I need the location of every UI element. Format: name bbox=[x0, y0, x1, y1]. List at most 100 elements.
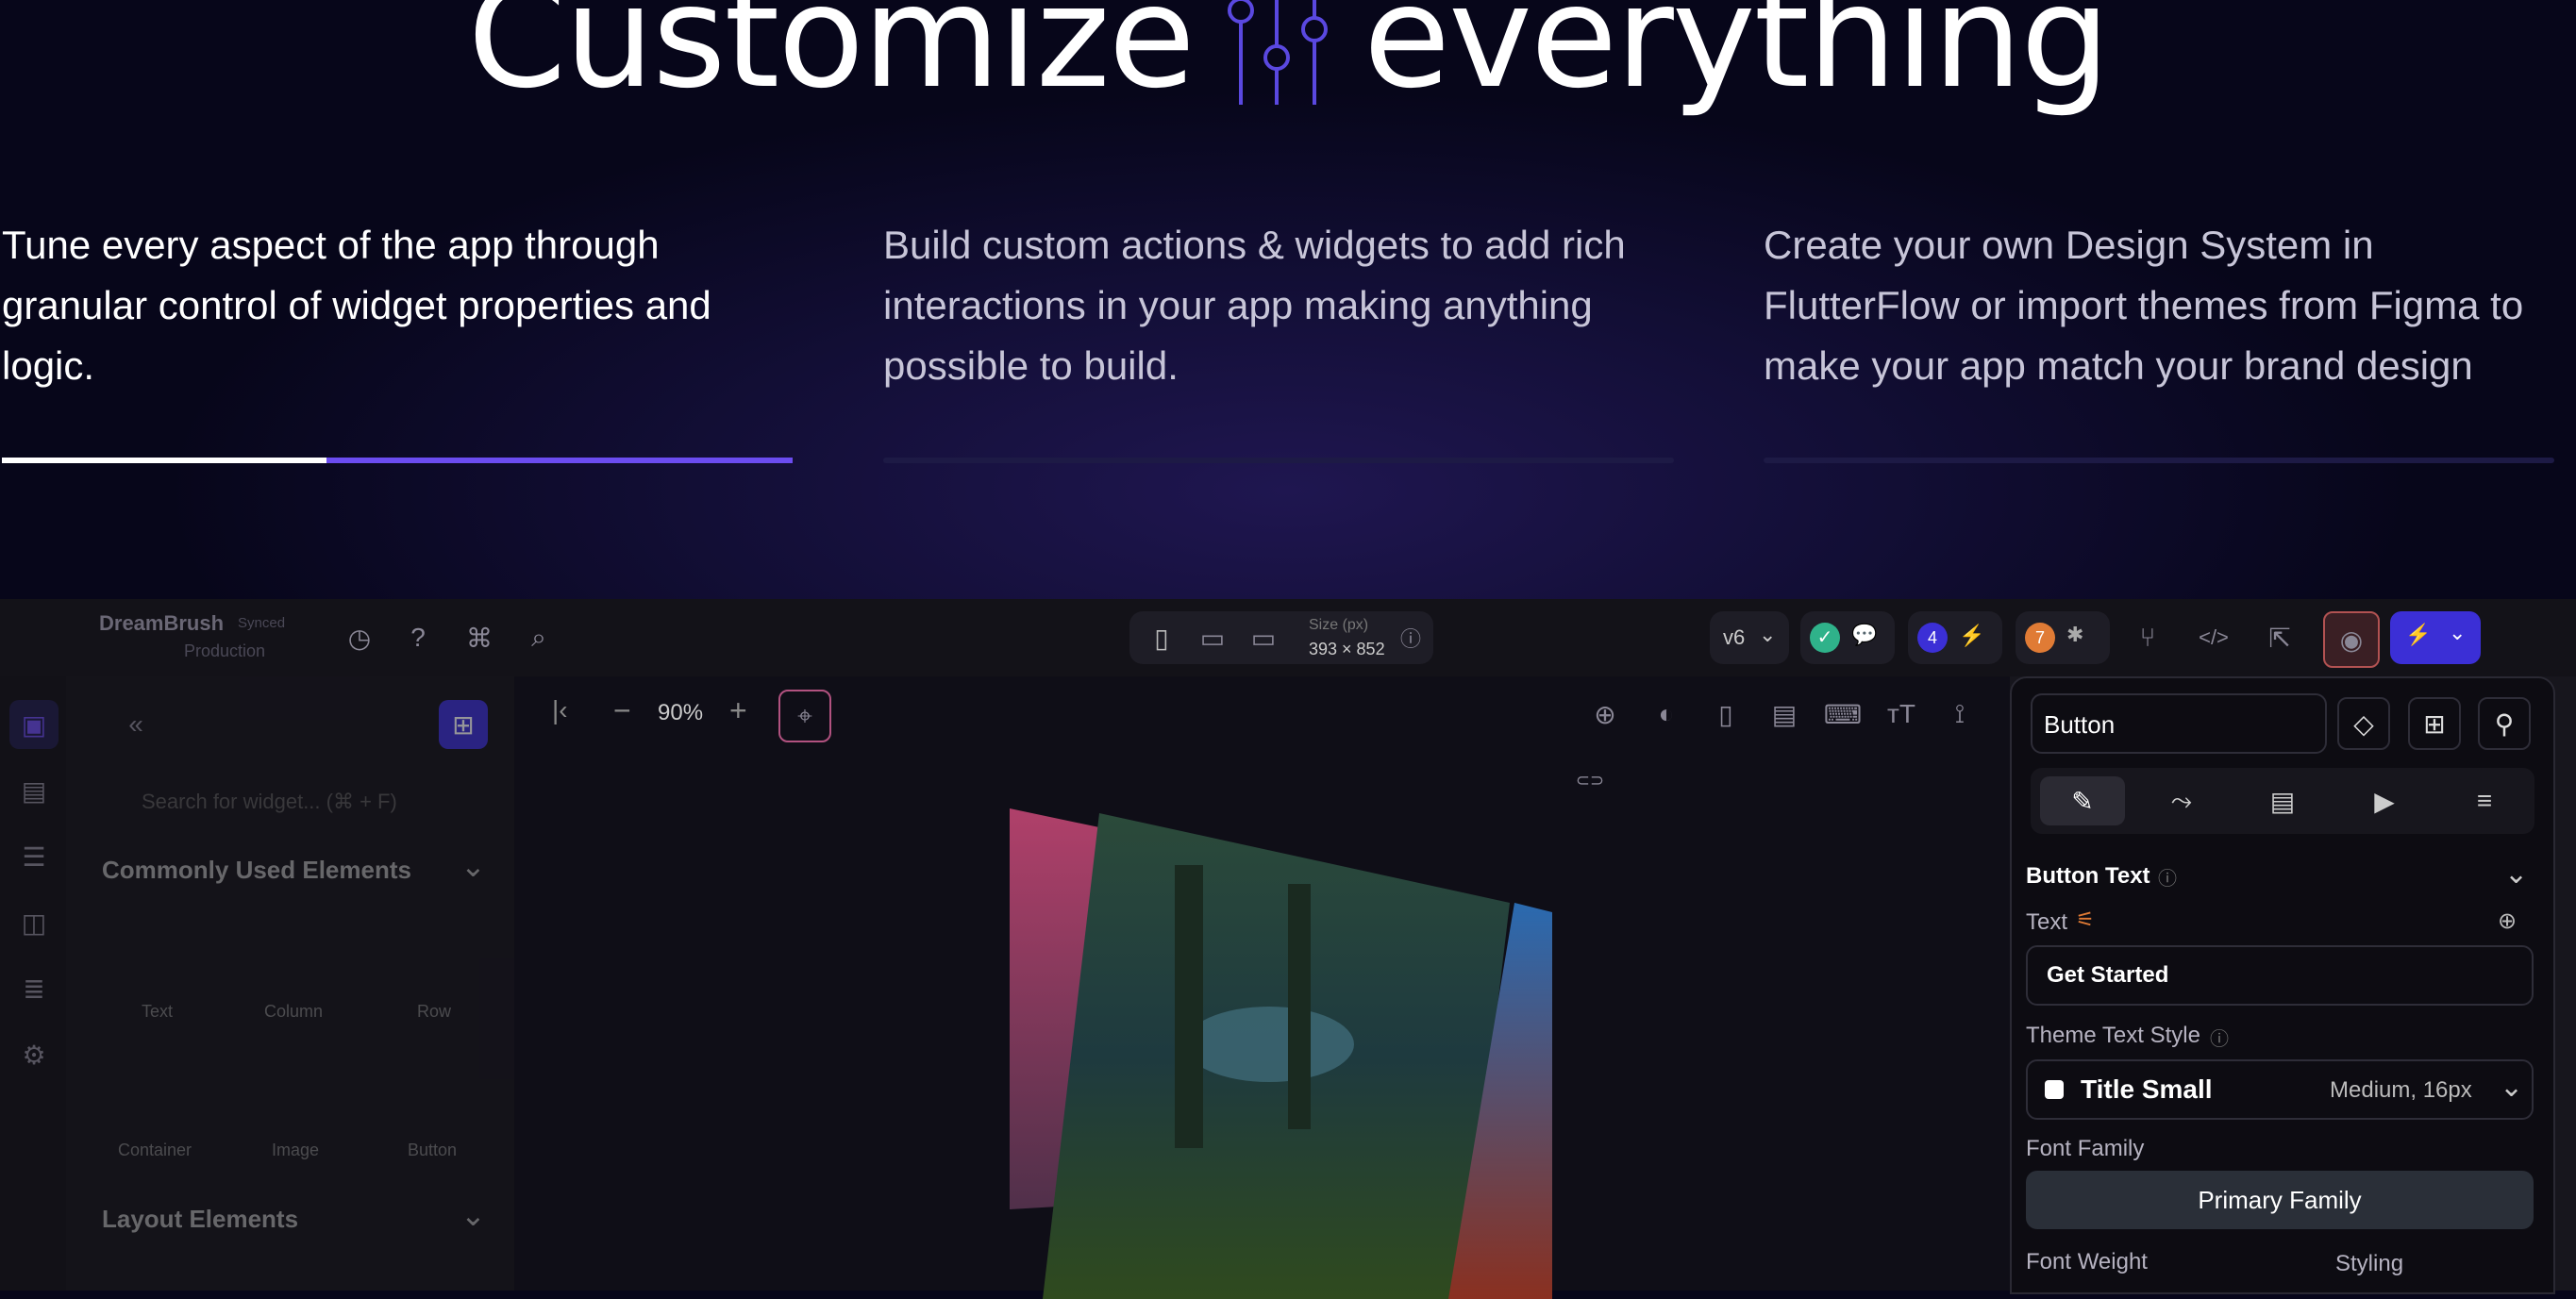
widget-search-input[interactable]: Search for widget... (⌘ + F) bbox=[142, 790, 397, 814]
bug-report-group[interactable]: 7 ✱ bbox=[2016, 611, 2110, 664]
widget-text[interactable]: Text bbox=[142, 1002, 173, 1022]
section-layout-elements[interactable]: Layout Elements bbox=[102, 1205, 298, 1234]
sliders-icon bbox=[1213, 0, 1345, 105]
properties-tab-bar: ✎ ⤳ ▤ ▶ ≡ bbox=[2031, 768, 2534, 834]
tab-actions-icon[interactable]: ⤳ bbox=[2139, 776, 2224, 825]
font-family-value[interactable]: Primary Family bbox=[2026, 1171, 2534, 1229]
zoom-in-icon[interactable]: + bbox=[729, 693, 747, 728]
styling-label: Styling bbox=[2335, 1251, 2404, 1276]
headline-word-everything: everything bbox=[1363, 0, 2111, 120]
run-button[interactable]: ⚡ ⌄ bbox=[2390, 611, 2481, 664]
agent-status-group[interactable]: 4 ⚡ bbox=[1908, 611, 2002, 664]
collapse-left-icon[interactable]: |‹ bbox=[552, 695, 568, 725]
page-headline: Customize everything bbox=[0, 0, 2576, 142]
widget-row[interactable]: Row bbox=[417, 1002, 451, 1022]
editor-toolbar: DreamBrush Synced Production ◷ ? ⌘ ⌕ ▯ ▭… bbox=[0, 599, 2576, 676]
lightning-list-icon: ⚡ bbox=[1959, 624, 1985, 647]
code-icon[interactable]: </> bbox=[2189, 613, 2238, 662]
design-canvas[interactable]: |‹ − 90% + ⌖ ⊕ ◐ ▯ ▤ ⌨ ᴛT ⟟ ⊂⊃ bbox=[514, 676, 2010, 1299]
theme-text-style-dropdown[interactable]: Title Small Medium, 16px ⌄ bbox=[2026, 1059, 2534, 1120]
widget-column[interactable]: Column bbox=[264, 1002, 323, 1022]
font-weight-label: Font Weight bbox=[2026, 1249, 2148, 1274]
tab-animation-icon[interactable]: ▶ bbox=[2342, 776, 2427, 825]
chevron-down-icon[interactable]: ⌄ bbox=[460, 1197, 486, 1233]
text-label: Text bbox=[2026, 909, 2068, 935]
check-icon: ✓ bbox=[1810, 623, 1840, 653]
feature-custom-actions[interactable]: Build custom actions & widgets to add ri… bbox=[883, 215, 1685, 396]
tablet-icon[interactable]: ▭ bbox=[1188, 613, 1237, 662]
help-icon[interactable]: ? bbox=[393, 613, 443, 662]
section-button-text[interactable]: Button Text bbox=[2026, 863, 2150, 890]
globe-icon[interactable]: ⊕ bbox=[2498, 908, 2517, 935]
globe-icon[interactable]: ⊕ bbox=[1581, 690, 1630, 739]
layout-icon[interactable]: ▤ bbox=[1760, 690, 1809, 739]
search-icon[interactable]: ⌕ bbox=[514, 613, 563, 662]
headline-word-customize: Customize bbox=[467, 0, 1196, 120]
chevron-down-icon[interactable]: ⌄ bbox=[2504, 858, 2528, 891]
collapse-icon[interactable]: « bbox=[111, 700, 160, 749]
bug-icon: ✱ bbox=[2066, 623, 2084, 646]
dark-mode-icon[interactable]: ◐ bbox=[1642, 690, 1691, 739]
diamond-icon[interactable]: ◇ bbox=[2337, 697, 2390, 750]
info-icon[interactable]: ⓘ bbox=[1386, 613, 1435, 662]
section-common-elements[interactable]: Commonly Used Elements bbox=[102, 856, 411, 885]
keyboard-icon[interactable]: ⌨ bbox=[1818, 690, 1867, 739]
theme-icon[interactable]: ⚲ bbox=[2478, 697, 2531, 750]
text-value: Get Started bbox=[2047, 962, 2169, 988]
settings-icon[interactable]: ⚙ bbox=[9, 1030, 59, 1079]
feature-progress-bar-1 bbox=[2, 458, 793, 463]
hero-section: Customize everything Tune every aspect of… bbox=[0, 0, 2576, 660]
desktop-icon[interactable]: ▭ bbox=[1239, 613, 1288, 662]
text-scale-icon[interactable]: ᴛT bbox=[1877, 690, 1926, 739]
branch-label: Production bbox=[184, 641, 266, 660]
device-icon[interactable]: ▯ bbox=[1701, 690, 1750, 739]
add-widget-icon[interactable]: ⊞ bbox=[439, 700, 488, 749]
widget-container[interactable]: Container bbox=[118, 1141, 192, 1160]
badge-count: 4 bbox=[1917, 623, 1948, 653]
version-label: v6 bbox=[1723, 625, 1746, 649]
chevron-down-icon: ⌄ bbox=[2449, 621, 2467, 644]
tab-backend-icon[interactable]: ▤ bbox=[2240, 776, 2325, 825]
link-icon[interactable]: ⊂⊃ bbox=[1571, 761, 1609, 799]
variable-icon[interactable]: ⚟ bbox=[2076, 908, 2095, 932]
comments-icon: 💬 bbox=[1851, 623, 1878, 646]
widget-name: Button bbox=[2044, 710, 2116, 739]
branch-icon[interactable]: ⑂ bbox=[2123, 613, 2172, 662]
check-status-group[interactable]: ✓ 💬 bbox=[1800, 611, 1895, 664]
theme-text-style-meta: Medium, 16px bbox=[2330, 1077, 2472, 1103]
project-status: Synced bbox=[238, 615, 286, 631]
info-icon[interactable]: ⓘ bbox=[2210, 1024, 2229, 1051]
open-external-icon[interactable]: ⇱ bbox=[2255, 613, 2304, 662]
chevron-down-icon[interactable]: ⌄ bbox=[460, 848, 486, 884]
preview-eye-icon[interactable]: ◉ bbox=[2323, 611, 2380, 668]
components-icon[interactable]: ◫ bbox=[9, 898, 59, 947]
graph-icon[interactable]: ⟟ bbox=[1935, 690, 1984, 739]
widget-name-field[interactable]: Button bbox=[2031, 693, 2327, 754]
theme-text-style-value: Title Small bbox=[2081, 1074, 2213, 1104]
tab-docs-icon[interactable]: ≡ bbox=[2442, 776, 2527, 825]
zoom-out-icon[interactable]: − bbox=[613, 693, 631, 728]
app-editor-preview: DreamBrush Synced Production ◷ ? ⌘ ⌕ ▯ ▭… bbox=[0, 599, 2576, 1299]
info-icon[interactable]: ⓘ bbox=[2158, 863, 2177, 891]
widget-button[interactable]: Button bbox=[408, 1141, 457, 1160]
text-value-field[interactable]: Get Started bbox=[2026, 945, 2534, 1006]
feature-progress-bar-3 bbox=[1764, 458, 2554, 463]
tab-properties-icon[interactable]: ✎ bbox=[2040, 776, 2125, 825]
lightning-icon: ⚡ bbox=[2405, 623, 2432, 646]
widget-palette-icon[interactable]: ▣ bbox=[9, 700, 59, 749]
progress-fill bbox=[2, 458, 326, 463]
feature-design-system[interactable]: Create your own Design System in Flutter… bbox=[1764, 215, 2566, 396]
inspect-icon[interactable]: ⌖ bbox=[778, 690, 831, 742]
version-dropdown[interactable]: v6 ⌄ bbox=[1710, 611, 1789, 664]
widget-tree-icon[interactable]: ☰ bbox=[9, 832, 59, 881]
nav-rail: ▣ ▤ ☰ ◫ ≣ ⚙ bbox=[0, 676, 66, 1291]
color-swatch bbox=[2045, 1080, 2064, 1099]
storyboard-icon[interactable]: ▤ bbox=[9, 766, 59, 815]
history-icon[interactable]: ◷ bbox=[335, 613, 384, 662]
phone-icon[interactable]: ▯ bbox=[1137, 613, 1186, 662]
widget-image[interactable]: Image bbox=[272, 1141, 319, 1160]
add-component-icon[interactable]: ⊞ bbox=[2408, 697, 2461, 750]
data-icon[interactable]: ≣ bbox=[9, 964, 59, 1013]
command-icon[interactable]: ⌘ bbox=[455, 613, 504, 662]
feature-widget-properties[interactable]: Tune every aspect of the app through gra… bbox=[2, 215, 804, 396]
